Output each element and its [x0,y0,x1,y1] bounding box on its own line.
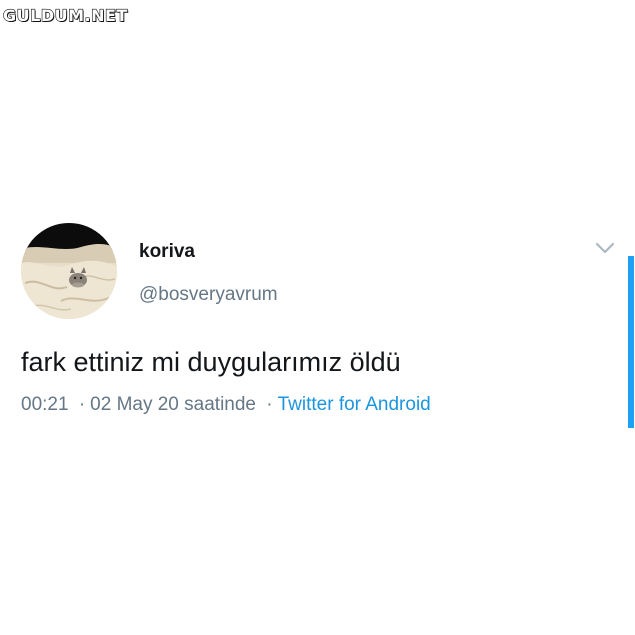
meta-separator: · [78,394,86,415]
meta-separator: · [266,394,273,415]
tweet-time[interactable]: 00:21 [21,394,69,415]
tweet-meta: 00:21 · 02 May 20 saatinde · Twitter for A… [21,393,431,417]
tweet-date[interactable]: 02 May 20 saatinde [90,394,256,415]
scrollbar[interactable] [628,256,634,428]
display-name[interactable]: koriva [139,240,195,264]
avatar[interactable] [21,223,117,319]
chevron-down-icon[interactable] [595,240,615,256]
tweet-text: fark ettiniz mi duygularımız öldü [21,347,401,377]
tweet-source-link[interactable]: Twitter for Android [278,394,431,415]
avatar-photo [21,223,117,319]
user-handle[interactable]: @bosveryavrum [139,283,278,307]
watermark-logo: GULDUM.NET [2,5,128,25]
